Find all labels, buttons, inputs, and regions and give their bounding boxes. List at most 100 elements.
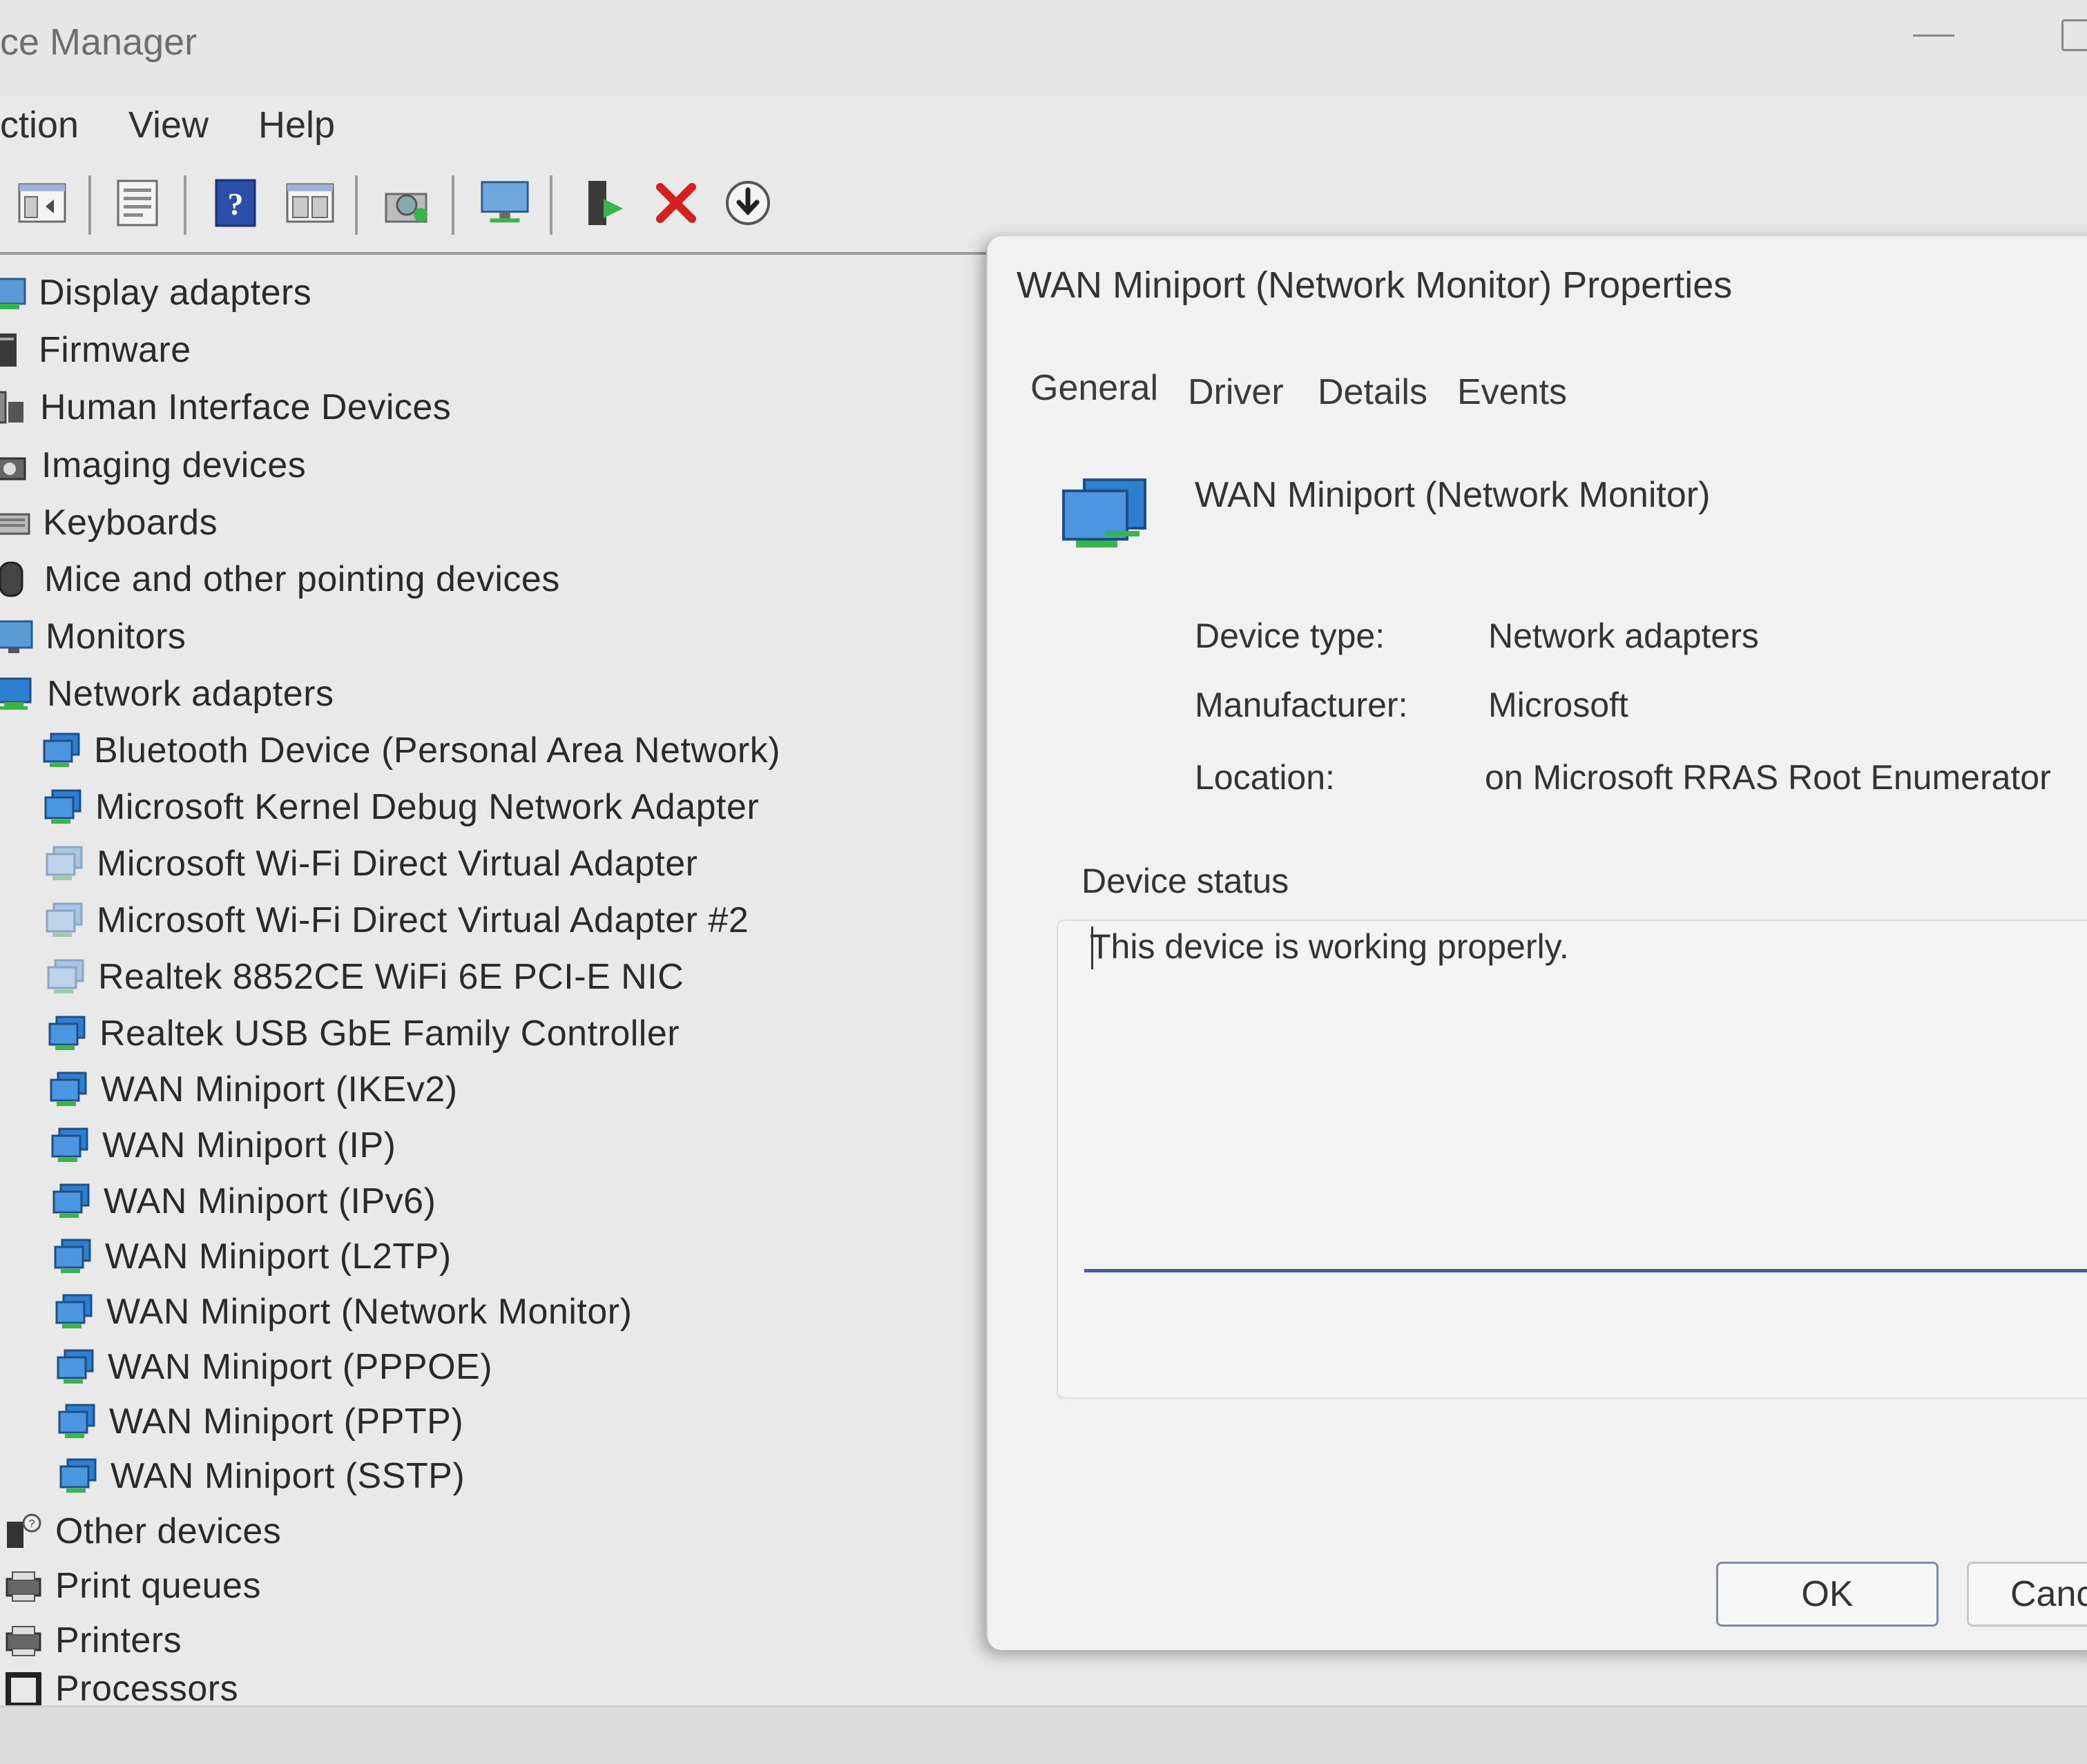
device-name: WAN Miniport (Network Monitor) [1195, 475, 1711, 515]
network-adapter-icon [1057, 474, 1153, 557]
tree-item-display-adapters[interactable]: Display adapters [0, 265, 311, 320]
view-icon[interactable] [285, 177, 336, 229]
scan-hardware-icon[interactable] [381, 177, 432, 229]
tree-item-label: Processors [55, 1669, 239, 1707]
network-adapter-icon [59, 1457, 98, 1495]
tree-item-label: Firmware [39, 330, 191, 370]
network-adapter-icon [55, 1292, 94, 1331]
device-manager-window: ce Manager ction View Help ? Display ada… [0, 0, 2087, 1764]
tab-events[interactable]: Events [1457, 371, 1567, 413]
printer-icon [4, 1621, 43, 1660]
tree-item-label: Microsoft Kernel Debug Network Adapter [95, 787, 760, 827]
network-adapter-item[interactable]: Microsoft Wi-Fi Direct Virtual Adapter [46, 836, 698, 891]
monitor-icon [0, 617, 33, 656]
tree-item-other-devices[interactable]: ? Other devices [4, 1504, 281, 1559]
tab-driver[interactable]: Driver [1188, 371, 1284, 413]
network-adapter-item[interactable]: WAN Miniport (L2TP) [54, 1229, 452, 1284]
device-type-label: Device type: [1195, 617, 1385, 655]
tree-item-print-queues[interactable]: Print queues [4, 1558, 261, 1613]
network-adapter-icon [44, 788, 83, 826]
tree-item-firmware[interactable]: Firmware [0, 322, 191, 378]
print-queue-icon [4, 1567, 43, 1605]
monitor-icon[interactable] [479, 177, 530, 229]
svg-text:?: ? [29, 1518, 35, 1530]
update-driver-icon[interactable] [579, 177, 630, 229]
menu-view[interactable]: View [128, 104, 209, 146]
tree-item-label: Imaging devices [41, 445, 307, 485]
manufacturer-value: Microsoft [1488, 686, 1628, 724]
network-adapter-disabled-icon [47, 958, 86, 996]
network-adapter-icon [57, 1348, 95, 1386]
other-devices-icon: ? [4, 1512, 43, 1551]
network-adapter-item[interactable]: Microsoft Kernel Debug Network Adapter [44, 779, 759, 835]
device-status-text: This device is working properly. [1090, 927, 1569, 966]
help-icon[interactable]: ? [210, 177, 261, 229]
tree-item-label: Human Interface Devices [40, 387, 452, 427]
back-icon[interactable] [17, 177, 68, 229]
svg-text:?: ? [228, 186, 244, 222]
network-adapter-item-selected[interactable]: WAN Miniport (Network Monitor) [55, 1284, 632, 1339]
properties-icon[interactable] [112, 177, 163, 229]
tree-item-processors[interactable]: Processors [4, 1668, 238, 1707]
tree-item-label: Realtek 8852CE WiFi 6E PCI-E NIC [98, 957, 684, 997]
network-adapter-item[interactable]: Microsoft Wi-Fi Direct Virtual Adapter #… [46, 893, 749, 948]
network-adapter-item[interactable]: Realtek 8852CE WiFi 6E PCI-E NIC [47, 949, 684, 1005]
network-adapter-item[interactable]: WAN Miniport (PPTP) [58, 1394, 463, 1449]
tree-item-printers[interactable]: Printers [4, 1613, 182, 1668]
network-adapter-item[interactable]: WAN Miniport (IP) [51, 1118, 396, 1173]
download-icon[interactable] [722, 177, 773, 229]
network-adapter-item[interactable]: WAN Miniport (SSTP) [59, 1448, 465, 1504]
tree-item-monitors[interactable]: Monitors [0, 609, 186, 664]
tree-item-mice[interactable]: Mice and other pointing devices [0, 552, 560, 607]
cancel-button[interactable]: Canc [1967, 1562, 2087, 1627]
network-adapter-disabled-icon [46, 844, 84, 883]
tree-item-label: WAN Miniport (IP) [102, 1125, 396, 1165]
tree-item-label: WAN Miniport (IPv6) [104, 1181, 436, 1221]
menu-bar: ction View Help [0, 97, 2087, 159]
tree-item-label: WAN Miniport (IKEv2) [101, 1069, 458, 1109]
tree-item-label: Bluetooth Device (Personal Area Network) [94, 730, 781, 770]
tree-item-label: Display adapters [39, 273, 312, 313]
ok-button[interactable]: OK [1716, 1562, 1939, 1627]
dialog-title: WAN Miniport (Network Monitor) Propertie… [1017, 264, 1733, 306]
hid-icon [0, 388, 28, 427]
tab-general[interactable]: General [1030, 367, 1158, 409]
tree-item-label: Realtek USB GbE Family Controller [99, 1014, 680, 1054]
tree-item-keyboards[interactable]: Keyboards [0, 495, 218, 550]
network-adapter-icon [0, 675, 35, 713]
menu-help[interactable]: Help [258, 104, 335, 146]
location-value: on Microsoft RRAS Root Enumerator [1485, 758, 2051, 797]
location-label: Location: [1195, 758, 1335, 797]
tree-item-label: WAN Miniport (PPPOE) [108, 1347, 493, 1387]
network-adapter-icon [43, 731, 81, 770]
network-adapter-icon [48, 1014, 87, 1053]
toolbar-separator [452, 175, 454, 235]
tree-item-network-adapters[interactable]: Network adapters [0, 666, 334, 721]
maximize-button[interactable] [2061, 19, 2087, 51]
network-adapter-item[interactable]: WAN Miniport (IPv6) [52, 1174, 436, 1229]
device-status-box[interactable] [1057, 920, 2087, 1399]
network-adapter-icon [50, 1070, 88, 1109]
network-adapter-icon [51, 1126, 90, 1165]
tree-item-imaging-devices[interactable]: Imaging devices [0, 438, 306, 493]
tree-item-hid[interactable]: Human Interface Devices [0, 380, 451, 435]
network-adapter-icon [54, 1237, 93, 1276]
menu-action[interactable]: ction [0, 104, 79, 146]
network-adapter-item[interactable]: WAN Miniport (PPPOE) [57, 1339, 492, 1395]
network-adapter-item[interactable]: Bluetooth Device (Personal Area Network) [43, 723, 780, 778]
network-adapter-disabled-icon [46, 901, 84, 940]
tab-details[interactable]: Details [1318, 371, 1427, 413]
toolbar-separator [550, 175, 552, 235]
window-title: ce Manager [0, 21, 198, 63]
manufacturer-label: Manufacturer: [1195, 686, 1408, 724]
network-adapter-item[interactable]: WAN Miniport (IKEv2) [50, 1062, 458, 1117]
uninstall-icon[interactable] [651, 177, 702, 229]
device-tree: Display adapters Firmware Human Interfac… [0, 255, 988, 1707]
network-adapter-item[interactable]: Realtek USB GbE Family Controller [48, 1006, 680, 1061]
minimize-button[interactable] [1913, 28, 1954, 37]
title-bar: ce Manager [0, 0, 2087, 97]
display-adapter-icon [0, 273, 26, 312]
firmware-icon [0, 331, 26, 369]
device-status-heading: Device status [1081, 862, 1289, 900]
toolbar-separator [184, 175, 186, 235]
